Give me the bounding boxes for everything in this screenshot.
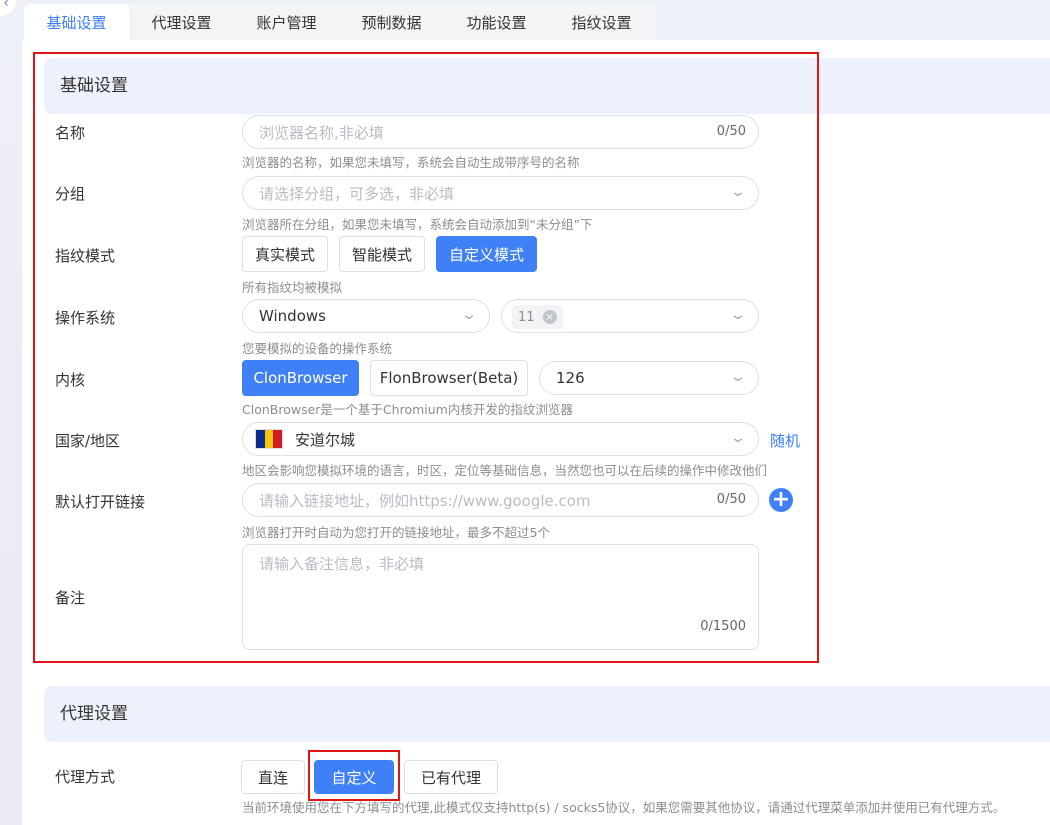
tab-preset-data[interactable]: 预制数据 xyxy=(339,4,444,42)
existing-proxy-button[interactable]: 已有代理 xyxy=(404,760,498,794)
tab-account-management[interactable]: 账户管理 xyxy=(234,4,339,42)
direct-proxy-button[interactable]: 直连 xyxy=(241,760,305,794)
proxy-section-title: 代理设置 xyxy=(44,686,1050,742)
tab-proxy-settings[interactable]: 代理设置 xyxy=(129,4,234,42)
tab-feature-settings[interactable]: 功能设置 xyxy=(444,4,549,42)
tab-fingerprint-settings[interactable]: 指纹设置 xyxy=(549,4,654,42)
highlight-custom-proxy xyxy=(308,750,400,801)
highlight-basic-settings xyxy=(33,52,819,663)
tab-bar: 基础设置 代理设置 账户管理 预制数据 功能设置 指纹设置 xyxy=(24,4,656,42)
tab-basic-settings[interactable]: 基础设置 xyxy=(24,4,129,42)
back-icon[interactable]: ‹ xyxy=(0,0,16,16)
proxy-mode-label: 代理方式 xyxy=(55,768,116,786)
